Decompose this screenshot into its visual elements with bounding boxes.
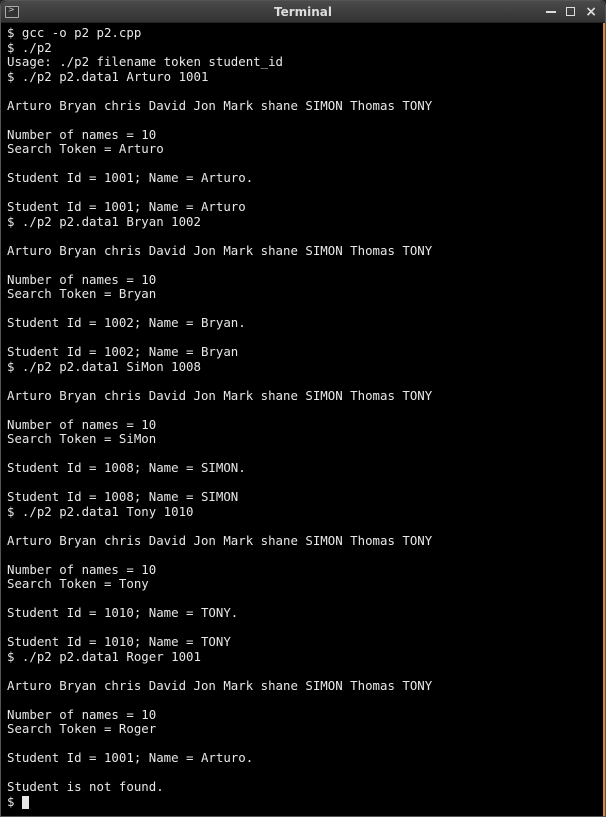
minimize-icon: [546, 11, 556, 13]
close-icon: ×: [585, 4, 597, 20]
terminal-output: $ gcc -o p2 p2.cpp $ ./p2 Usage: ./p2 fi…: [7, 26, 597, 809]
window-title: Terminal: [65, 5, 541, 19]
titlebar[interactable]: Terminal ×: [1, 1, 605, 23]
close-button[interactable]: ×: [585, 5, 597, 19]
terminal-icon: [5, 6, 19, 18]
prompt: $: [7, 794, 22, 809]
maximize-icon: [566, 7, 575, 16]
titlebar-left: [5, 6, 65, 18]
terminal-body[interactable]: $ gcc -o p2 p2.cpp $ ./p2 Usage: ./p2 fi…: [1, 23, 605, 816]
terminal-window: Terminal × $ gcc -o p2 p2.cpp $ ./p2 Usa…: [0, 0, 606, 817]
cursor: [22, 796, 29, 809]
minimize-button[interactable]: [546, 6, 556, 18]
maximize-button[interactable]: [566, 6, 575, 18]
window-controls: ×: [541, 5, 601, 19]
